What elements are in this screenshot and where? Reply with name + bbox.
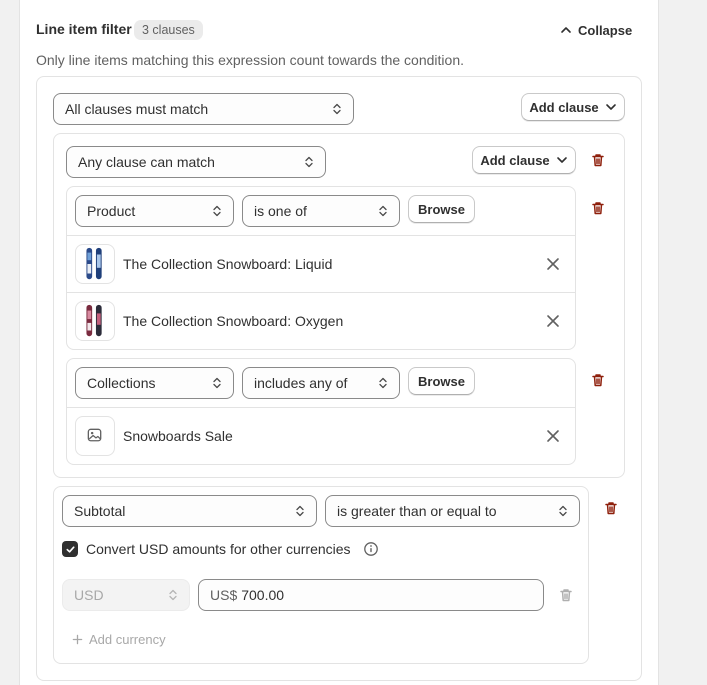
collections-browse-label: Browse [418, 373, 465, 389]
subtotal-field-value: Subtotal [74, 503, 126, 519]
product-browse-button[interactable]: Browse [408, 195, 475, 223]
add-currency-label: Add currency [89, 632, 166, 647]
collection-item-label: Snowboards Sale [123, 428, 233, 444]
convert-currency-checkbox[interactable] [62, 541, 78, 557]
product-operator-select[interactable]: is one of [242, 195, 400, 227]
inner-add-clause-button[interactable]: Add clause [472, 146, 576, 174]
product-browse-label: Browse [418, 201, 465, 217]
outer-match-select[interactable]: All clauses must match [53, 93, 354, 125]
select-caret-icon [213, 205, 221, 217]
chevron-down-icon [605, 104, 616, 110]
product-item-label: The Collection Snowboard: Liquid [123, 256, 333, 272]
remove-item-icon[interactable] [545, 256, 561, 272]
image-placeholder-icon [87, 428, 102, 442]
delete-inner-group-icon[interactable] [590, 152, 606, 168]
subtotal-field-select[interactable]: Subtotal [62, 495, 317, 527]
inner-match-value: Any clause can match [78, 154, 215, 170]
remove-item-icon[interactable] [545, 428, 561, 444]
amount-value: 700.00 [241, 587, 285, 603]
collections-field-select[interactable]: Collections [75, 367, 234, 399]
clause-count-badge: 3 clauses [134, 20, 203, 40]
collection-thumbnail [75, 416, 115, 456]
select-caret-icon [559, 505, 567, 517]
inner-add-clause-label: Add clause [480, 152, 550, 168]
collections-operator-value: includes any of [254, 375, 348, 391]
product-operator-value: is one of [254, 203, 307, 219]
select-caret-icon [333, 103, 341, 115]
amount-input[interactable]: US$ 700.00 [198, 579, 544, 611]
outer-add-clause-button[interactable]: Add clause [521, 93, 625, 121]
snowboard-image [86, 304, 102, 337]
select-caret-icon [379, 377, 387, 389]
collapse-button[interactable]: Collapse [560, 20, 632, 40]
section-title: Line item filter [36, 21, 132, 37]
checkmark-icon [65, 545, 75, 553]
delete-collections-clause-icon[interactable] [590, 372, 606, 388]
snowboard-image [86, 247, 102, 280]
chevron-down-icon [556, 157, 567, 163]
chevron-up-icon [561, 27, 571, 33]
plus-icon [72, 634, 83, 645]
collections-browse-button[interactable]: Browse [408, 367, 475, 395]
divider [67, 292, 575, 293]
collapse-label: Collapse [578, 22, 633, 38]
currency-select[interactable]: USD [62, 579, 190, 611]
divider [67, 407, 575, 408]
delete-subtotal-clause-icon[interactable] [603, 500, 619, 516]
subtotal-operator-value: is greater than or equal to [337, 503, 497, 519]
product-thumbnail [75, 301, 115, 341]
remove-item-icon[interactable] [545, 313, 561, 329]
product-field-value: Product [87, 203, 136, 219]
product-thumbnail [75, 244, 115, 284]
divider [67, 235, 575, 236]
product-item-label: The Collection Snowboard: Oxygen [123, 313, 344, 329]
outer-match-value: All clauses must match [65, 101, 209, 117]
currency-value: USD [74, 587, 104, 603]
select-caret-icon [169, 589, 177, 601]
delete-product-clause-icon[interactable] [590, 200, 606, 216]
subtotal-operator-select[interactable]: is greater than or equal to [325, 495, 580, 527]
inner-match-select[interactable]: Any clause can match [66, 146, 326, 178]
select-caret-icon [213, 377, 221, 389]
select-caret-icon [379, 205, 387, 217]
delete-currency-icon[interactable] [558, 587, 574, 603]
add-currency-button[interactable]: Add currency [72, 632, 166, 647]
collections-operator-select[interactable]: includes any of [242, 367, 400, 399]
product-field-select[interactable]: Product [75, 195, 234, 227]
info-icon[interactable] [363, 541, 379, 557]
select-caret-icon [305, 156, 313, 168]
section-description: Only line items matching this expression… [36, 52, 464, 68]
collections-field-value: Collections [87, 375, 156, 391]
select-caret-icon [296, 505, 304, 517]
outer-add-clause-label: Add clause [529, 99, 599, 115]
amount-prefix: US$ [210, 587, 238, 603]
convert-currency-label: Convert USD amounts for other currencies [86, 541, 351, 557]
